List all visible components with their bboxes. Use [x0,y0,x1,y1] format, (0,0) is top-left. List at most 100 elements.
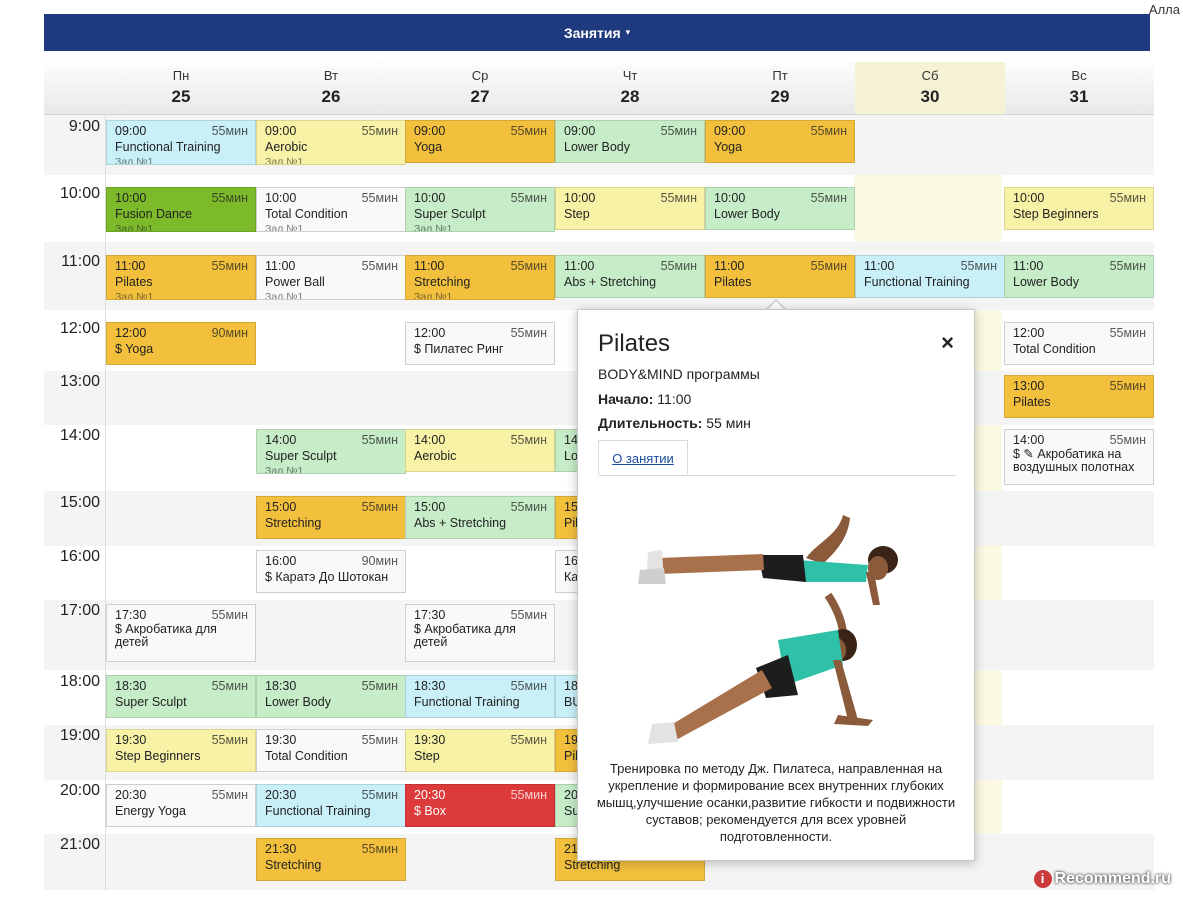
event-time: 11:00 [864,259,895,273]
event-title: Super Sculpt [414,207,486,221]
event-title: Pil [564,516,578,530]
class-event[interactable]: 11:00 55мин Power Ball Зал №1 [256,255,406,300]
event-duration: 55мин [361,733,398,747]
class-event[interactable]: 19:30 55мин Step [405,729,555,772]
event-header: 18:30 55мин [414,678,547,694]
class-event[interactable]: 09:00 55мин Yoga [405,120,555,163]
event-title: Yoga [414,140,443,154]
day-date: 26 [321,87,341,106]
close-icon[interactable]: × [941,332,954,354]
class-event[interactable]: 12:00 90мин $ Yoga [106,322,256,365]
class-event[interactable]: 10:00 55мин Lower Body [705,187,855,230]
class-event[interactable]: 20:30 55мин Energy Yoga [106,784,256,827]
class-event[interactable]: 09:00 55мин Aerobic Зал №1 [256,120,406,165]
event-title: Step Beginners [115,749,201,763]
class-event[interactable]: 11:00 55мин Abs + Stretching [555,255,705,298]
event-title: Lower Body [1013,275,1080,289]
class-event[interactable]: 11:00 55мин Pilates [705,255,855,298]
event-time: 17:30 [414,608,446,622]
class-event[interactable]: 09:00 55мин Lower Body [555,120,705,163]
event-header: 09:00 55мин [414,123,547,139]
class-event[interactable]: 12:00 55мин Total Condition [1004,322,1154,365]
event-header: 11:00 55мин [714,258,847,274]
tab-about-class-label[interactable]: О занятии [612,451,674,466]
user-name[interactable]: Алла [1149,2,1180,17]
time-label: 19:00 [59,727,100,744]
class-event[interactable]: 09:00 55мин Yoga [705,120,855,163]
class-event[interactable]: 18:30 55мин Lower Body [256,675,406,718]
class-event[interactable]: 11:00 55мин Functional Training [855,255,1005,298]
event-title: Functional Training [414,695,520,709]
class-event[interactable]: 14:00 55мин Aerobic [405,429,555,472]
event-header: 19:30 55мин [265,732,398,748]
class-details-popup: Pilates × BODY&MIND программы Начало: 11… [577,309,975,861]
event-header: 11:00 55мин [864,258,997,274]
event-header: 18 [564,678,578,694]
event-room: Зал №1 [115,156,154,165]
event-time: 10:00 [414,191,446,205]
class-event[interactable]: 15:00 55мин Abs + Stretching [405,496,555,539]
class-event[interactable]: 17:30 55мин $ Акробатика для детей [106,604,256,662]
event-time: 14 [564,433,578,447]
class-event[interactable]: 11:00 55мин Lower Body [1004,255,1154,298]
event-duration: 55мин [211,679,248,693]
event-header: 09:00 55мин [714,123,847,139]
popup-description: Тренировка по методу Дж. Пилатеса, напра… [596,761,956,844]
class-event[interactable]: 09:00 55мин Functional Training Зал №1 [106,120,256,165]
event-header: 14 [564,432,578,448]
event-duration: 55мин [1109,191,1146,205]
event-time: 12:00 [115,326,147,340]
class-event[interactable]: 11:00 55мин Stretching Зал №1 [405,255,555,300]
class-event[interactable]: 16:00 90мин $ Каратэ До Шотокан [256,550,406,593]
event-time: 10:00 [265,191,297,205]
event-duration: 55мин [510,788,547,802]
class-event[interactable]: 10:00 55мин Step Beginners [1004,187,1154,230]
event-header: 12:00 55мин [1013,325,1146,341]
duration-label: Длительность: [598,415,703,431]
class-event[interactable]: 10:00 55мин Super Sculpt Зал №1 [405,187,555,232]
class-event[interactable]: 20:30 55мин Functional Training [256,784,406,827]
event-header: 20 [564,787,578,803]
day-date: 29 [770,87,790,106]
class-event[interactable]: 11:00 55мин Pilates Зал №1 [106,255,256,300]
event-time: 18:30 [115,679,147,693]
classes-dropdown-button[interactable]: Занятия ▾ [44,14,1150,51]
event-duration: 55мин [810,191,847,205]
event-duration: 55мин [510,326,547,340]
class-event[interactable]: 18:30 55мин Functional Training [405,675,555,718]
day-name: Чт [622,68,638,83]
event-duration: 55мин [361,259,398,273]
day-name: Пт [772,68,788,83]
event-header: 17:30 55мин [115,607,248,623]
class-event[interactable]: 15:00 55мин Stretching [256,496,406,539]
tab-about-class[interactable]: О занятии [598,440,688,475]
event-duration: 55мин [660,124,697,138]
class-event[interactable]: 19:30 55мин Step Beginners [106,729,256,772]
class-event[interactable]: 17:30 55мин $ Акробатика для детей [405,604,555,662]
class-event[interactable]: 21:30 55мин Stretching [256,838,406,881]
event-header: 17:30 55мин [414,607,547,623]
event-time: 15:00 [265,500,297,514]
time-label: 17:00 [59,602,100,619]
time-label: 12:00 [59,320,100,337]
class-event[interactable]: 10:00 55мин Fusion Dance Зал №1 [106,187,256,232]
event-duration: 55мин [510,733,547,747]
class-event[interactable]: 10:00 55мин Total Condition Зал №1 [256,187,406,232]
class-event[interactable]: 14:00 55мин Super Sculpt Зал №1 [256,429,406,474]
event-header: 20:30 55мин [265,787,398,803]
class-event[interactable]: 20:30 55мин $ Box [405,784,555,827]
event-time: 09:00 [414,124,446,138]
class-event[interactable]: 13:00 55мин Pilates [1004,375,1154,418]
popup-start-time: Начало: 11:00 [598,391,691,407]
class-event[interactable]: 18:30 55мин Super Sculpt [106,675,256,718]
time-label: 13:00 [59,373,100,390]
event-duration: 55мин [1109,259,1146,273]
class-event[interactable]: 19:30 55мин Total Condition [256,729,406,772]
class-event[interactable]: 10:00 55мин Step [555,187,705,230]
event-room: Зал №1 [414,291,453,300]
start-label: Начало: [598,391,654,407]
event-title: Aerobic [414,449,457,463]
class-event[interactable]: 12:00 55мин $ Пилатес Ринг [405,322,555,365]
event-header: 10:00 55мин [714,190,847,206]
class-event[interactable]: 14:00 55мин $ ✎ Акробатика на воздушных по… [1004,429,1154,485]
